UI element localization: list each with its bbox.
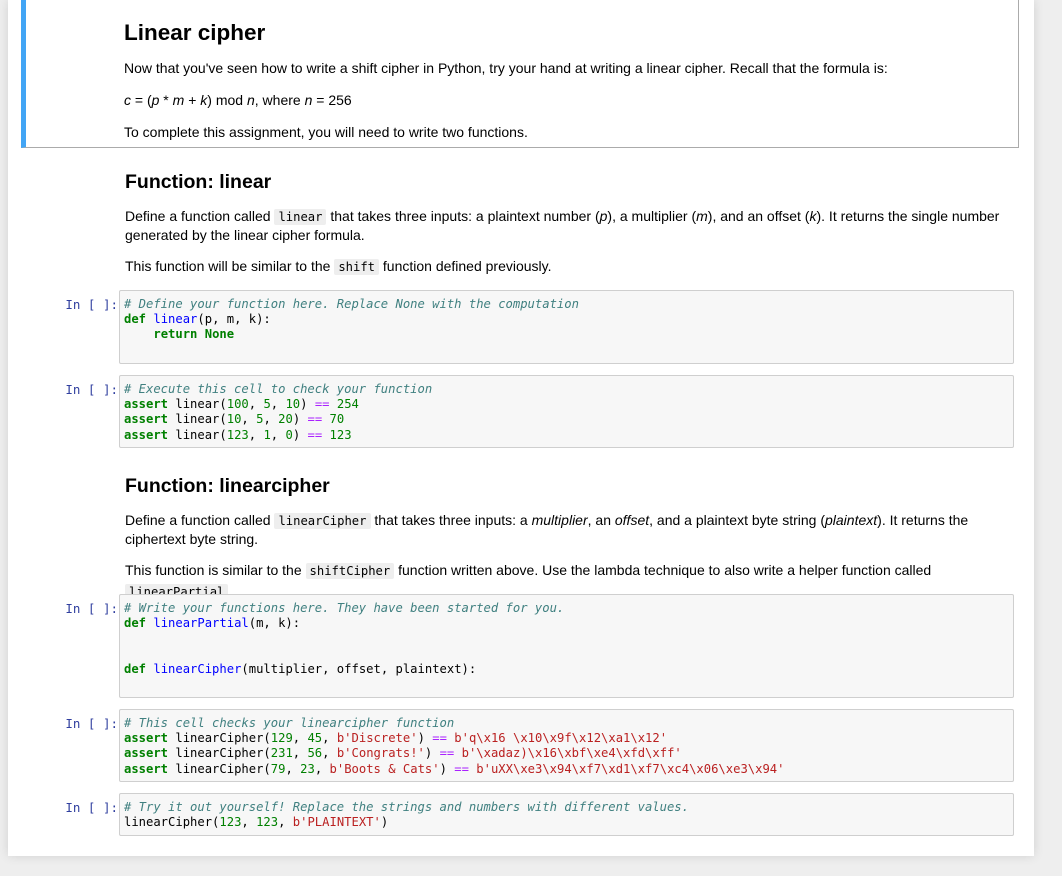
cell-prompt: In [ ]: [65, 297, 118, 312]
code-cell-write-functions[interactable]: # Write your functions here. They have b… [119, 594, 1014, 698]
code-line: assert linear(123, 1, 0) == 123 [124, 427, 352, 442]
linear-description: Define a function called linear that tak… [125, 208, 1000, 243]
intro-instructions: To complete this assignment, you will ne… [124, 124, 528, 140]
code-line: assert linearCipher(129, 45, b'Discrete'… [124, 731, 668, 746]
markdown-cell-function-linear[interactable]: Function: linear Define a function calle… [125, 169, 1005, 277]
cell-prompt: In [ ]: [65, 716, 118, 731]
formula: c = (p * m + k) mod n, where n = 256 [124, 92, 352, 108]
code-line: assert linear(100, 5, 10) == 254 [124, 397, 359, 412]
linear-similarity-note: This function will be similar to the shi… [125, 258, 552, 275]
linearcipher-description: Define a function called linearCipher th… [125, 512, 969, 547]
code-line: assert linear(10, 5, 20) == 70 [124, 412, 345, 427]
cell-prompt: In [ ]: [65, 800, 118, 815]
code-cell-define-linear[interactable]: # Define your function here. Replace Non… [119, 290, 1014, 364]
code-cell-check-linear[interactable]: # Execute this cell to check your functi… [119, 375, 1014, 448]
code-line: assert linearCipher(231, 56, b'Congrats!… [124, 746, 682, 761]
intro-text: Now that you've seen how to write a shif… [124, 60, 888, 76]
code-cell-check-linearcipher[interactable]: # This cell checks your linearcipher fun… [119, 709, 1014, 782]
notebook-container: Linear cipher Now that you've seen how t… [8, 0, 1034, 856]
markdown-cell-intro-selected[interactable]: Linear cipher Now that you've seen how t… [21, 0, 1019, 148]
heading-function-linearcipher: Function: linearcipher [125, 475, 330, 497]
code-cell-try-it[interactable]: # Try it out yourself! Replace the strin… [119, 793, 1014, 836]
markdown-cell-function-linearcipher[interactable]: Function: linearcipher Define a function… [125, 473, 1005, 602]
code-line: assert linearCipher(79, 23, b'Boots & Ca… [124, 761, 785, 776]
heading-function-linear: Function: linear [125, 171, 272, 193]
heading-linear-cipher: Linear cipher [124, 20, 266, 45]
cell-prompt: In [ ]: [65, 382, 118, 397]
cell-prompt: In [ ]: [65, 601, 118, 616]
